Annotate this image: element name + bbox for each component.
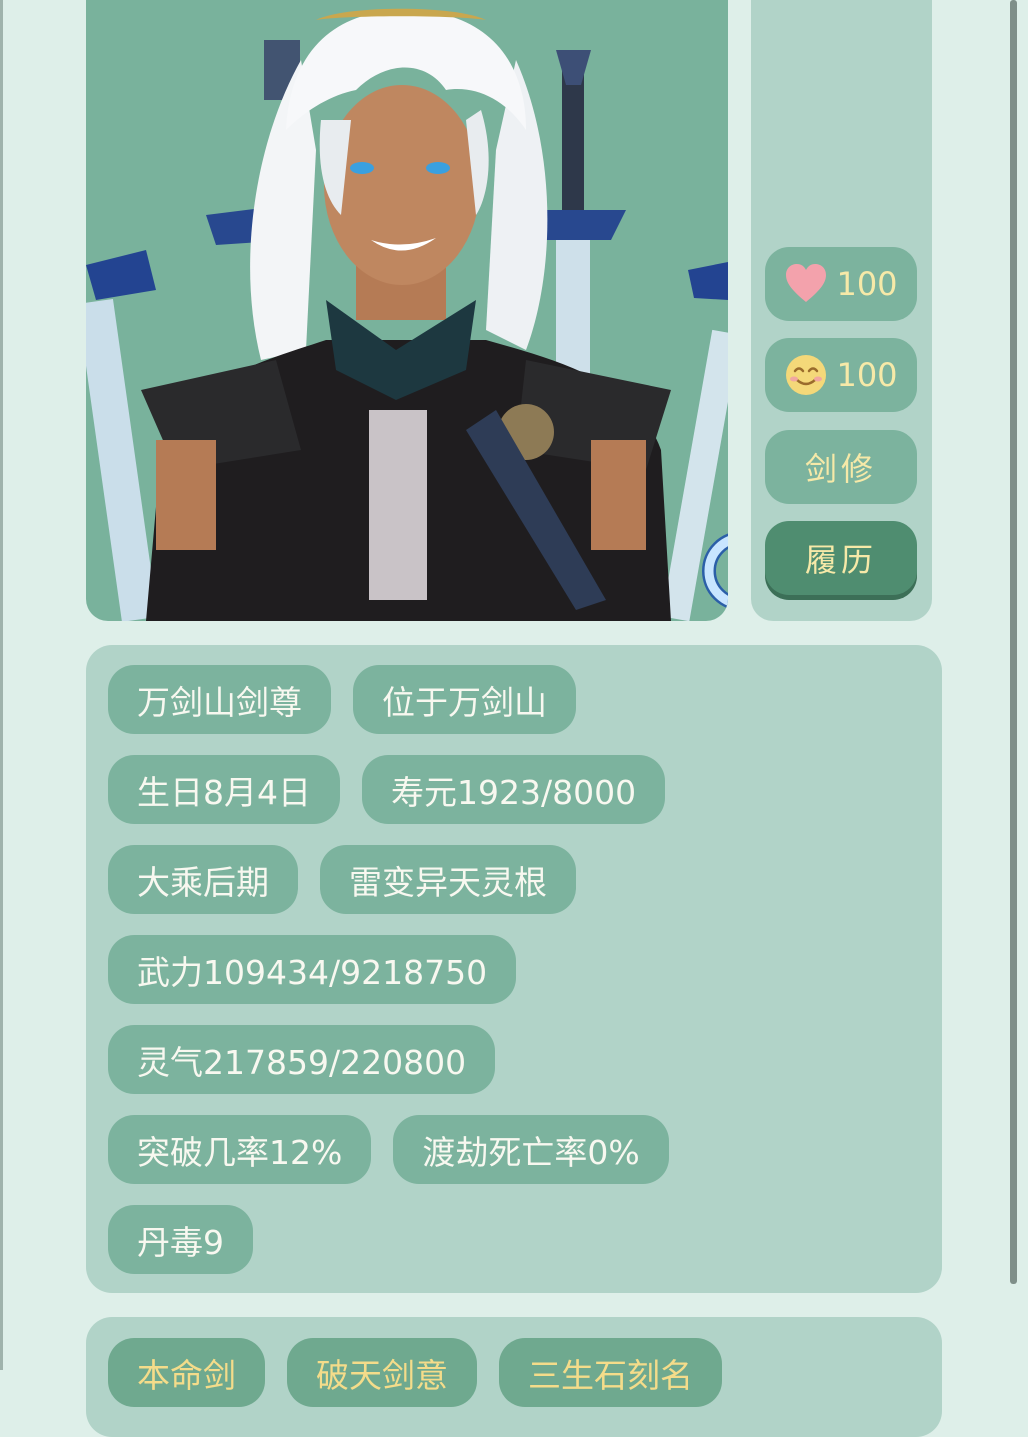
male-symbol-icon [702,533,728,609]
window-left-border [0,0,3,1370]
affection-stat: 100 [765,247,917,321]
info-row: 丹毒9 [108,1205,253,1274]
title-tag: 万剑山剑尊 [108,665,331,734]
skill-tag[interactable]: 三生石刻名 [499,1338,722,1407]
affection-value: 100 [836,265,898,303]
lifespan-tag: 寿元1923/8000 [362,755,666,824]
spirit-root-tag: 雷变异天灵根 [320,845,576,914]
smile-face-icon [786,355,827,395]
class-badge: 剑修 [765,430,917,504]
pill-toxicity-tag: 丹毒9 [108,1205,253,1274]
skills-card: 本命剑 破天剑意 三生石刻名 [86,1317,942,1437]
resume-button[interactable]: 履历 [765,521,917,595]
info-row: 大乘后期 雷变异天灵根 [108,845,576,914]
info-row: 突破几率12% 渡劫死亡率0% [108,1115,669,1184]
character-illustration [86,8,728,621]
tribulation-death-rate-tag: 渡劫死亡率0% [393,1115,669,1184]
force-tag: 武力109434/9218750 [108,935,517,1004]
character-portrait [86,0,728,621]
birthday-tag: 生日8月4日 [108,755,340,824]
skill-row: 本命剑 破天剑意 三生石刻名 [108,1338,722,1407]
stats-side-panel: 100 100 剑修 履历 [751,0,932,621]
info-row: 武力109434/9218750 [108,935,517,1004]
realm-tag: 大乘后期 [108,845,298,914]
heart-icon [786,264,827,302]
spiritual-energy-tag: 灵气217859/220800 [108,1025,496,1094]
skill-tag[interactable]: 本命剑 [108,1338,265,1407]
character-info-card: 万剑山剑尊 位于万剑山 生日8月4日 寿元1923/8000 大乘后期 雷变异天… [86,645,942,1293]
skill-tag[interactable]: 破天剑意 [287,1338,477,1407]
info-row: 万剑山剑尊 位于万剑山 [108,665,576,734]
mood-stat: 100 [765,338,917,412]
info-row: 生日8月4日 寿元1923/8000 [108,755,666,824]
breakthrough-chance-tag: 突破几率12% [108,1115,372,1184]
mood-value: 100 [836,356,898,394]
info-row: 灵气217859/220800 [108,1025,496,1094]
location-tag: 位于万剑山 [353,665,576,734]
vertical-scrollbar[interactable] [1010,0,1017,1284]
